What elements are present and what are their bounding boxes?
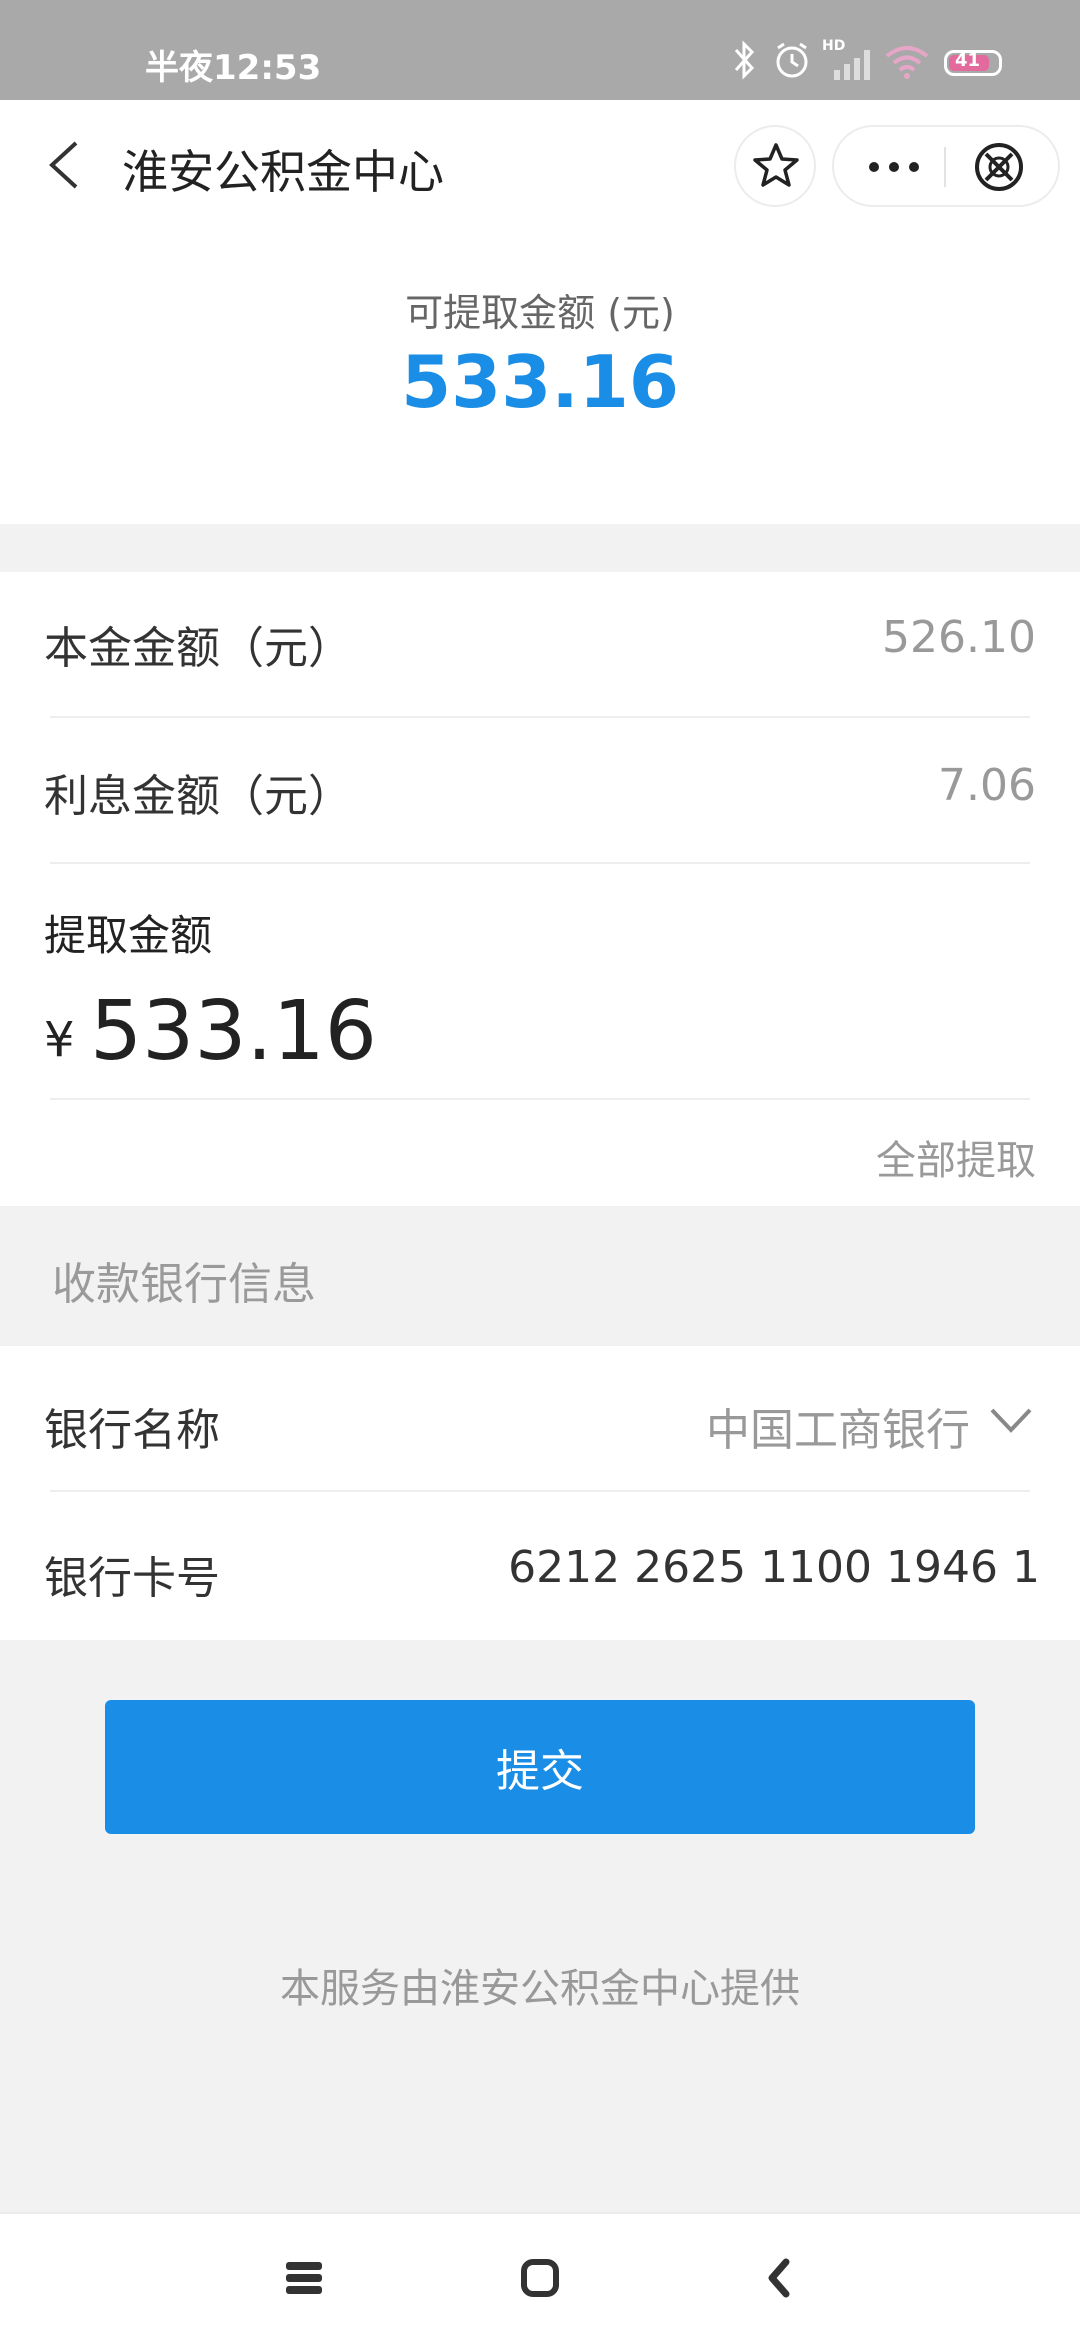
star-icon — [753, 143, 799, 187]
close-icon — [975, 143, 1023, 191]
nav-bar: 淮安公积金中心 — [0, 100, 1080, 230]
card-number-value: 6212 2625 1100 1946 1 — [508, 1542, 1040, 1593]
bank-name-label: 银行名称 — [44, 1405, 220, 1456]
signal-icon: HD — [822, 38, 874, 80]
withdraw-amount-label: 提取金额 — [44, 911, 213, 960]
bank-info-header: 收款银行信息 — [0, 1206, 1080, 1346]
principal-value: 526.10 — [882, 612, 1036, 663]
bank-name-select[interactable]: 中国工商银行 — [706, 1394, 970, 1458]
available-amount-card: 可提取金额 (元) 533.16 — [0, 230, 1080, 524]
back-nav-icon[interactable] — [750, 2250, 810, 2306]
divider — [50, 716, 1030, 718]
battery-icon: 41 — [944, 50, 1002, 76]
available-amount-label: 可提取金额 (元) — [405, 291, 675, 335]
system-navigation-bar — [0, 2212, 1080, 2342]
menu-icon[interactable] — [274, 2250, 334, 2306]
favorite-button[interactable] — [734, 125, 816, 207]
chevron-down-icon[interactable] — [986, 1402, 1036, 1438]
more-button[interactable] — [854, 137, 934, 197]
back-button[interactable] — [38, 135, 98, 195]
close-button[interactable] — [964, 137, 1034, 197]
status-bar: 半夜12:53 HD 41 — [0, 0, 1080, 100]
bank-info-section: 银行名称 中国工商银行 银行卡号 6212 2625 1100 1946 1 — [0, 1346, 1080, 1640]
divider — [50, 1098, 1030, 1100]
capsule-divider — [944, 147, 946, 187]
status-time: 半夜12:53 — [145, 48, 322, 88]
card-number-label: 银行卡号 — [44, 1553, 220, 1604]
available-amount-value: 533.16 — [401, 340, 679, 424]
service-provider-note: 本服务由淮安公积金中心提供 — [280, 1966, 800, 2012]
principal-label: 本金金额（元） — [44, 623, 352, 674]
battery-level: 41 — [955, 50, 981, 71]
currency-symbol: ¥ — [44, 1012, 75, 1068]
mini-program-capsule — [832, 125, 1060, 207]
bluetooth-icon — [734, 40, 755, 80]
withdraw-amount-input[interactable]: 533.16 — [90, 984, 377, 1079]
home-icon[interactable] — [510, 2250, 570, 2306]
submit-button[interactable]: 提交 — [105, 1700, 975, 1834]
withdraw-detail-section: 本金金额（元） 526.10 利息金额（元） 7.06 提取金额 ¥ 533.1… — [0, 572, 1080, 1206]
divider — [50, 862, 1030, 864]
interest-label: 利息金额（元） — [44, 771, 352, 822]
back-icon — [49, 141, 78, 189]
withdraw-all-link[interactable]: 全部提取 — [876, 1128, 1036, 1186]
alarm-icon — [776, 42, 808, 78]
divider — [50, 1490, 1030, 1492]
more-icon — [869, 162, 919, 172]
page-title: 淮安公积金中心 — [122, 145, 444, 199]
bank-info-title: 收款银行信息 — [52, 1259, 316, 1310]
wifi-icon — [885, 46, 929, 79]
interest-value: 7.06 — [938, 760, 1036, 811]
